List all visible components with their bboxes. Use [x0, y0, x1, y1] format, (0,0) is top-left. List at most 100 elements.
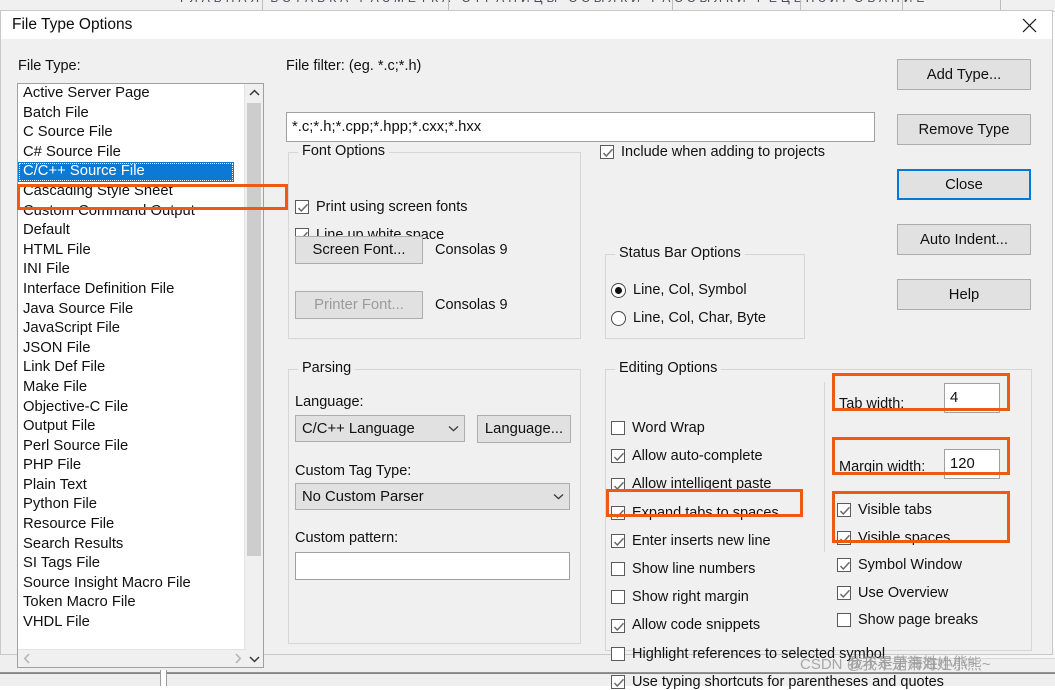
list-item[interactable]: VHDL File [18, 613, 246, 633]
list-item[interactable]: Cascading Style Sheet [18, 182, 246, 202]
list-item[interactable]: Default [18, 221, 246, 241]
auto-indent-button[interactable]: Auto Indent... [897, 224, 1031, 255]
custom-tag-type-label: Custom Tag Type: [295, 463, 412, 479]
radio-line-col-symbol[interactable]: Line, Col, Symbol [611, 283, 747, 298]
checkbox-label: Visible spaces [858, 529, 951, 546]
checkbox-allow-auto-complete[interactable]: Allow auto-complete [611, 449, 763, 464]
checkbox-use-overview[interactable]: Use Overview [837, 584, 949, 601]
watermark-overlay-text: 我不是萧海姓小熊~ [848, 655, 977, 672]
close-button[interactable]: Close [897, 169, 1031, 200]
checkbox-symbol-window[interactable]: Symbol Window [837, 558, 962, 573]
remove-type-button[interactable]: Remove Type [897, 114, 1031, 145]
language-combobox[interactable]: C/C++ Language [295, 415, 465, 442]
list-item[interactable]: C/C++ Source File [18, 162, 234, 182]
list-item[interactable]: Make File [18, 378, 246, 398]
checkbox-print-using-screen-fonts[interactable]: Print using screen fonts [295, 200, 468, 215]
vertical-scrollbar-thumb[interactable] [247, 103, 261, 556]
checkbox-label: Include when adding to projects [621, 144, 825, 160]
checkbox-label: Use Overview [858, 584, 949, 601]
custom-tag-type-combobox[interactable]: No Custom Parser [295, 483, 570, 510]
list-item[interactable]: Plain Text [18, 476, 246, 496]
list-item[interactable]: JavaScript File [18, 319, 246, 339]
chevron-up-icon[interactable] [245, 84, 263, 102]
checkbox-label: Visible tabs [858, 502, 932, 518]
language-label: Language: [295, 394, 364, 410]
custom-pattern-label: Custom pattern: [295, 530, 399, 546]
language-button[interactable]: Language... [477, 415, 571, 443]
printer-font-button[interactable]: Printer Font... [295, 291, 423, 319]
checkbox-visible-tabs[interactable]: Visible tabs [837, 503, 932, 518]
checkbox-label: Show line numbers [632, 561, 756, 577]
checkbox-label: Allow intelligent paste [632, 476, 772, 493]
list-item[interactable]: PHP File [18, 456, 246, 476]
list-item[interactable]: Search Results [18, 535, 246, 555]
csdn-watermark: CSDN @我不是萧海姓小熊~ 我不是萧海姓小熊~ [800, 653, 991, 674]
radio-line-col-char-byte[interactable]: Line, Col, Char, Byte [611, 311, 766, 326]
checkbox-allow-code-snippets[interactable]: Allow code snippets [611, 618, 760, 633]
list-item[interactable]: INI File [18, 260, 246, 280]
checkbox-show-right-margin[interactable]: Show right margin [611, 590, 749, 605]
list-item[interactable]: Source Insight Macro File [18, 574, 246, 594]
checkbox-box [611, 449, 625, 464]
help-button[interactable]: Help [897, 279, 1031, 310]
add-type-button[interactable]: Add Type... [897, 59, 1031, 90]
list-item[interactable]: Link Def File [18, 358, 246, 378]
list-item[interactable]: Python File [18, 495, 246, 515]
custom-pattern-input[interactable] [295, 552, 570, 580]
printer-font-value: Consolas 9 [435, 297, 508, 313]
checkbox-box [611, 562, 625, 577]
custom-tag-type-value: No Custom Parser [302, 488, 424, 505]
checkbox-label: Allow auto-complete [632, 448, 763, 465]
editing-options-title: Editing Options [615, 360, 722, 376]
checkbox-label: Word Wrap [632, 420, 705, 436]
checkbox-include-when-adding-to-projects[interactable]: Include when adding to projects [600, 145, 825, 160]
list-item[interactable]: Output File [18, 417, 246, 437]
file-type-options-dialog: File Type Options File Type: Active Serv… [0, 10, 1053, 690]
list-item[interactable]: Active Server Page [18, 84, 246, 104]
list-item[interactable]: Perl Source File [18, 437, 246, 457]
list-item[interactable]: HTML File [18, 241, 246, 261]
chevron-down-icon [442, 425, 464, 432]
screen-font-button[interactable]: Screen Font... [295, 236, 423, 264]
list-item[interactable]: C# Source File [18, 143, 246, 163]
file-type-vertical-scrollbar[interactable] [244, 84, 263, 662]
list-item[interactable]: C Source File [18, 123, 246, 143]
checkbox-label: Allow code snippets [632, 617, 761, 634]
chevron-right-icon[interactable] [229, 650, 246, 667]
tab-width-input[interactable] [944, 383, 1000, 413]
checkbox-label: Enter inserts new line [632, 532, 771, 549]
radio-circle [611, 283, 626, 298]
checkbox-enter-inserts-new-line[interactable]: Enter inserts new line [611, 534, 771, 549]
checkbox-visible-spaces[interactable]: Visible spaces [837, 529, 951, 546]
checkbox-expand-tabs-to-spaces[interactable]: Expand tabs to spaces [611, 506, 779, 521]
list-item[interactable]: Batch File [18, 104, 246, 124]
list-item[interactable]: Custom Command Output [18, 202, 246, 222]
list-item[interactable]: Objective-C File [18, 398, 246, 418]
list-item[interactable]: JSON File [18, 339, 246, 359]
list-item[interactable]: Interface Definition File [18, 280, 246, 300]
list-item[interactable]: SI Tags File [18, 554, 246, 574]
checkbox-word-wrap[interactable]: Word Wrap [611, 421, 705, 436]
checkbox-show-page-breaks[interactable]: Show page breaks [837, 613, 978, 628]
checkbox-label: Expand tabs to spaces [632, 504, 779, 521]
chevron-left-icon[interactable] [18, 650, 35, 667]
list-item[interactable]: Java Source File [18, 300, 246, 320]
checkbox-use-typing-shortcuts-for-parentheses-and-quotes[interactable]: Use typing shortcuts for parentheses and… [611, 675, 944, 690]
checkbox-box [611, 421, 625, 436]
checkbox-label: Symbol Window [858, 557, 962, 573]
checkbox-show-line-numbers[interactable]: Show line numbers [611, 562, 755, 577]
checkbox-allow-intelligent-paste[interactable]: Allow intelligent paste [611, 477, 771, 492]
background-menubar-text: ГЛАВНАЯ ВСТАВКА РАЗМЕТКА СТРАНИЦЫ ССЫЛКИ… [180, 0, 928, 5]
checkbox-box [611, 534, 625, 549]
list-item[interactable]: Token Macro File [18, 593, 246, 613]
checkbox-box [837, 503, 851, 518]
file-type-horizontal-scrollbar[interactable] [18, 649, 246, 667]
margin-width-input[interactable] [944, 449, 1000, 479]
list-item[interactable]: Resource File [18, 515, 246, 535]
file-filter-input[interactable] [286, 112, 875, 142]
checkbox-label: Show right margin [632, 589, 749, 606]
scrollbar-corner-chevron-down-icon[interactable] [245, 650, 263, 667]
file-type-listbox[interactable]: Active Server Page Batch File C Source Fil… [17, 83, 264, 668]
close-icon[interactable] [1006, 11, 1052, 39]
file-filter-label: File filter: (eg. *.c;*.h) [286, 58, 422, 74]
